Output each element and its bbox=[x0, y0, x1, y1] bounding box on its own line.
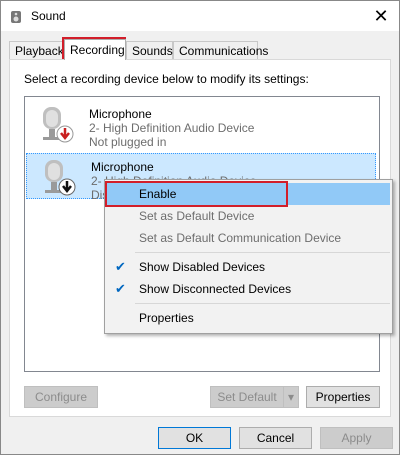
set-default-dropdown[interactable]: ▾ bbox=[283, 386, 299, 408]
enable-highlight bbox=[105, 181, 288, 207]
apply-button[interactable]: Apply bbox=[320, 427, 393, 449]
sound-dialog: Sound ✕ Playback Recording Sounds Commun… bbox=[0, 0, 400, 455]
ok-button[interactable]: OK bbox=[158, 427, 231, 449]
speaker-icon bbox=[11, 11, 21, 23]
close-icon: ✕ bbox=[373, 5, 389, 26]
configure-button[interactable]: Configure bbox=[24, 386, 98, 408]
device-item[interactable]: Microphone 2- High Definition Audio Devi… bbox=[25, 101, 379, 149]
window-title: Sound bbox=[31, 9, 66, 23]
menu-item-set-default-communication[interactable]: Set as Default Communication Device bbox=[107, 227, 390, 249]
close-button[interactable]: ✕ bbox=[363, 1, 399, 31]
chevron-down-icon: ▾ bbox=[287, 390, 295, 404]
device-name: Microphone bbox=[91, 160, 154, 174]
menu-item-show-disabled[interactable]: ✔ Show Disabled Devices bbox=[107, 256, 390, 278]
device-status: Not plugged in bbox=[89, 135, 167, 149]
menu-separator bbox=[135, 303, 390, 304]
tab-communications[interactable]: Communications bbox=[173, 41, 268, 59]
device-name: Microphone bbox=[89, 107, 152, 121]
tab-playback[interactable]: Playback bbox=[9, 41, 65, 59]
title-bar: Sound ✕ bbox=[1, 1, 399, 31]
menu-item-show-disconnected[interactable]: ✔ Show Disconnected Devices bbox=[107, 278, 390, 300]
menu-item-properties[interactable]: Properties bbox=[107, 307, 390, 329]
checkmark-icon: ✔ bbox=[115, 259, 126, 274]
cancel-button[interactable]: Cancel bbox=[239, 427, 312, 449]
tab-recording[interactable]: Recording bbox=[64, 39, 126, 60]
properties-button[interactable]: Properties bbox=[306, 386, 380, 408]
menu-item-set-default[interactable]: Set as Default Device bbox=[107, 205, 390, 227]
tab-sounds[interactable]: Sounds bbox=[126, 41, 173, 59]
microphone-icon bbox=[45, 160, 76, 196]
menu-separator bbox=[135, 252, 390, 253]
checkmark-icon: ✔ bbox=[115, 281, 126, 296]
device-description: 2- High Definition Audio Device bbox=[89, 121, 255, 135]
set-default-button[interactable]: Set Default bbox=[210, 386, 284, 408]
microphone-icon bbox=[43, 107, 74, 143]
instructions-text: Select a recording device below to modif… bbox=[24, 72, 309, 86]
